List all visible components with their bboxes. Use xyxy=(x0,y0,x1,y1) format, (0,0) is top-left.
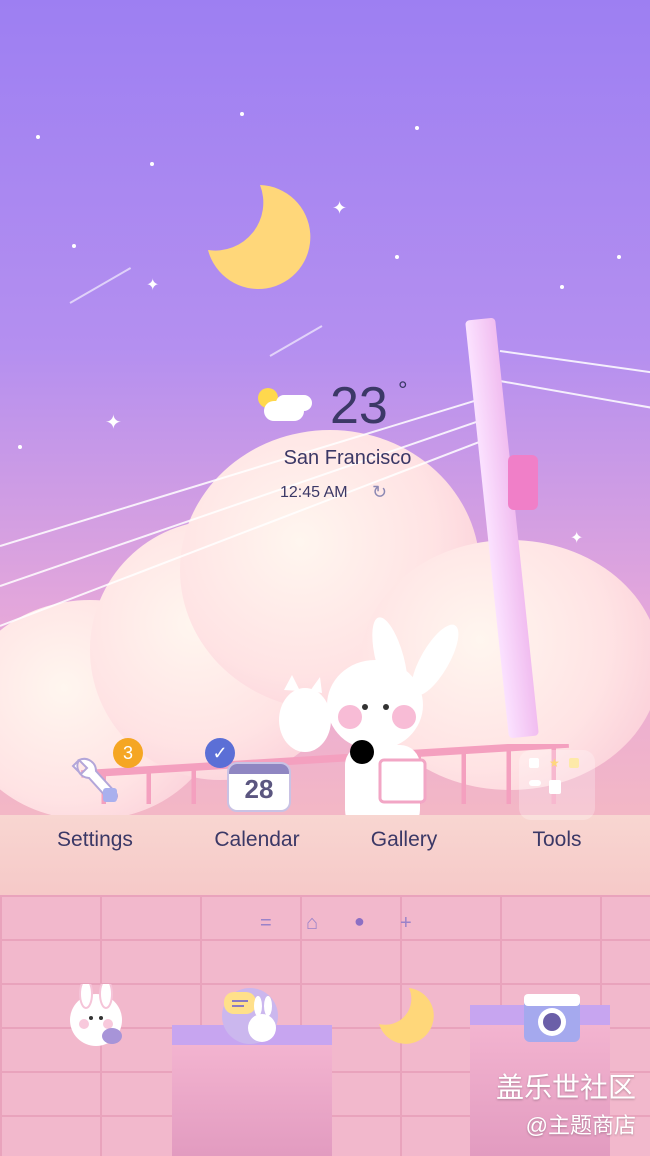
app-label: Gallery xyxy=(370,828,438,851)
calendar-icon: 28 xyxy=(227,762,291,812)
degree-symbol: ° xyxy=(398,377,408,404)
app-label: Settings xyxy=(57,828,133,851)
app-gallery[interactable]: Gallery xyxy=(344,750,464,860)
folder-icon: ★ xyxy=(519,750,595,820)
star xyxy=(560,285,564,289)
camera-icon[interactable] xyxy=(520,990,584,1054)
star xyxy=(617,255,621,259)
star xyxy=(240,112,244,116)
moon-icon[interactable] xyxy=(373,984,437,1048)
power-line xyxy=(499,380,650,410)
calendar-date: 28 xyxy=(244,774,274,804)
sparkle: ✦ xyxy=(332,198,348,218)
wallpaper: ✦ ✦ ✦ ✦ ✦ xyxy=(0,0,650,1156)
temperature: 23 xyxy=(330,377,388,435)
page-indicator-menu[interactable]: = xyxy=(260,912,272,935)
page-indicator: = ⌂ ● + xyxy=(250,911,430,936)
star xyxy=(395,255,399,259)
city-name: San Francisco xyxy=(283,447,412,469)
shooting-star xyxy=(269,325,323,357)
star xyxy=(150,162,154,166)
widget-time: 12:45 AM xyxy=(280,484,348,501)
app-settings[interactable]: 3 Settings xyxy=(35,738,155,860)
watermark-subtitle: @主题商店 xyxy=(525,1113,636,1138)
app-label: Calendar xyxy=(214,828,300,851)
star xyxy=(36,135,40,139)
page-indicator-home[interactable]: ⌂ xyxy=(306,912,318,935)
page-indicator-current[interactable]: ● xyxy=(354,911,365,932)
app-tools[interactable]: ★ Tools xyxy=(497,750,617,860)
star xyxy=(415,126,419,130)
notification-badge: 3 xyxy=(113,738,143,768)
camera-bunny-icon xyxy=(374,750,434,810)
weather-widget[interactable]: 23 ° San Francisco 12:45 AM ↻ xyxy=(230,375,430,515)
watermark-title: 盖乐世社区 xyxy=(495,1072,636,1103)
transformer-box xyxy=(508,455,538,510)
sparkle: ✦ xyxy=(146,277,160,294)
partly-cloudy-icon xyxy=(252,383,312,427)
phone-bunny-icon[interactable] xyxy=(64,979,128,1048)
power-line xyxy=(499,350,650,375)
page-indicator-add[interactable]: + xyxy=(400,912,412,935)
refresh-icon[interactable]: ↻ xyxy=(372,482,387,503)
app-label: Tools xyxy=(532,828,582,851)
star xyxy=(72,244,76,248)
messages-bunny-icon[interactable] xyxy=(218,984,282,1048)
sparkle: ✦ xyxy=(105,412,122,434)
check-icon: ✓ xyxy=(205,738,235,768)
front-camera-cutout xyxy=(350,740,374,764)
app-calendar[interactable]: 28 ✓ Calendar xyxy=(197,738,317,860)
sparkle: ✦ xyxy=(570,530,584,547)
moon-illustration xyxy=(208,185,311,289)
wall-block xyxy=(172,1045,332,1156)
star xyxy=(18,445,22,449)
shooting-star xyxy=(69,267,132,304)
